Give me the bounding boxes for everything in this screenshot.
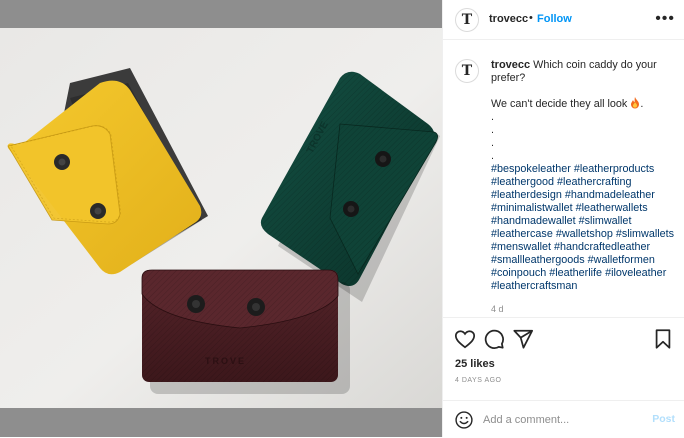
hashtag[interactable]: #minimalistwallet xyxy=(491,202,573,214)
post-date[interactable]: 4 DAYS AGO xyxy=(455,377,502,384)
share-icon[interactable] xyxy=(512,328,534,350)
hashtag[interactable]: #handmadewallet xyxy=(491,215,576,227)
comment-bar: Post xyxy=(443,400,684,438)
hashtag[interactable]: #leathercraftsman xyxy=(491,280,577,292)
post-actions: 25 likes 4 DAYS AGO Post xyxy=(443,317,684,437)
hashtag[interactable]: #leatherlife xyxy=(549,267,602,279)
caption-username[interactable]: trovecc xyxy=(491,59,530,71)
hashtag[interactable]: #walletformen xyxy=(588,254,655,266)
more-options-icon[interactable]: ••• xyxy=(655,10,675,28)
caption-dot-1: . xyxy=(491,111,494,123)
hashtag[interactable]: #leatherproducts xyxy=(574,163,654,175)
caption-line-2: We can't decide they all look xyxy=(491,98,628,110)
hashtag[interactable]: #handcraftedleather xyxy=(554,241,650,253)
caption-section: T trovecc Which coin caddy do your prefe… xyxy=(443,41,684,317)
caption-avatar[interactable]: T xyxy=(455,59,479,83)
burgundy-wallet: TROVE xyxy=(141,269,350,394)
likes-count[interactable]: 25 likes xyxy=(455,358,495,370)
hashtag[interactable]: #leathercrafting xyxy=(557,176,631,188)
hashtag[interactable]: #coinpouch xyxy=(491,267,546,279)
hashtag[interactable]: #leathergood xyxy=(491,176,554,188)
post-comment-button[interactable]: Post xyxy=(652,413,675,425)
separator-dot: • xyxy=(529,12,533,24)
header-username[interactable]: trovecc xyxy=(489,13,528,25)
caption-text: trovecc Which coin caddy do your prefer?… xyxy=(491,59,677,293)
hashtag-list: #bespokeleather #leatherproducts #leathe… xyxy=(491,163,677,293)
hashtag[interactable]: #iloveleather xyxy=(605,267,666,279)
post-media[interactable]: TROVE TROVE xyxy=(0,0,442,437)
post-header: T trovecc • Follow ••• xyxy=(443,0,684,40)
embossed-brand: TROVE xyxy=(205,356,246,366)
hashtag[interactable]: #leatherdesign xyxy=(491,189,562,201)
caption-dot-2: . xyxy=(491,124,494,136)
avatar[interactable]: T xyxy=(455,8,479,32)
comment-icon[interactable] xyxy=(483,328,505,350)
hashtag[interactable]: #leathercase xyxy=(491,228,553,240)
hashtag[interactable]: #slimwallet xyxy=(579,215,632,227)
emoji-icon[interactable] xyxy=(454,410,474,430)
hashtag[interactable]: #handmadeleather xyxy=(565,189,655,201)
follow-button[interactable]: Follow xyxy=(537,13,572,25)
post-photo: TROVE TROVE xyxy=(0,28,442,408)
bookmark-icon[interactable] xyxy=(652,328,674,350)
fire-emoji-icon xyxy=(631,97,640,109)
hashtag[interactable]: #menswallet xyxy=(491,241,551,253)
hashtag[interactable]: #slimwallets xyxy=(616,228,674,240)
caption-time[interactable]: 4 d xyxy=(491,304,504,314)
caption-dot-4: . xyxy=(491,150,494,162)
post-sidebar: T trovecc • Follow ••• T trovecc Which c… xyxy=(442,0,684,437)
hashtag[interactable]: #smallleathergoods xyxy=(491,254,585,266)
hashtag[interactable]: #walletshop xyxy=(556,228,613,240)
instagram-post: TROVE TROVE T trovecc • Follow ••• T tro… xyxy=(0,0,684,437)
caption-dot-3: . xyxy=(491,137,494,149)
hashtag[interactable]: #leatherwallets xyxy=(576,202,648,214)
hashtag[interactable]: #bespokeleather xyxy=(491,163,571,175)
heart-icon[interactable] xyxy=(454,328,476,350)
comment-input[interactable] xyxy=(483,411,643,429)
